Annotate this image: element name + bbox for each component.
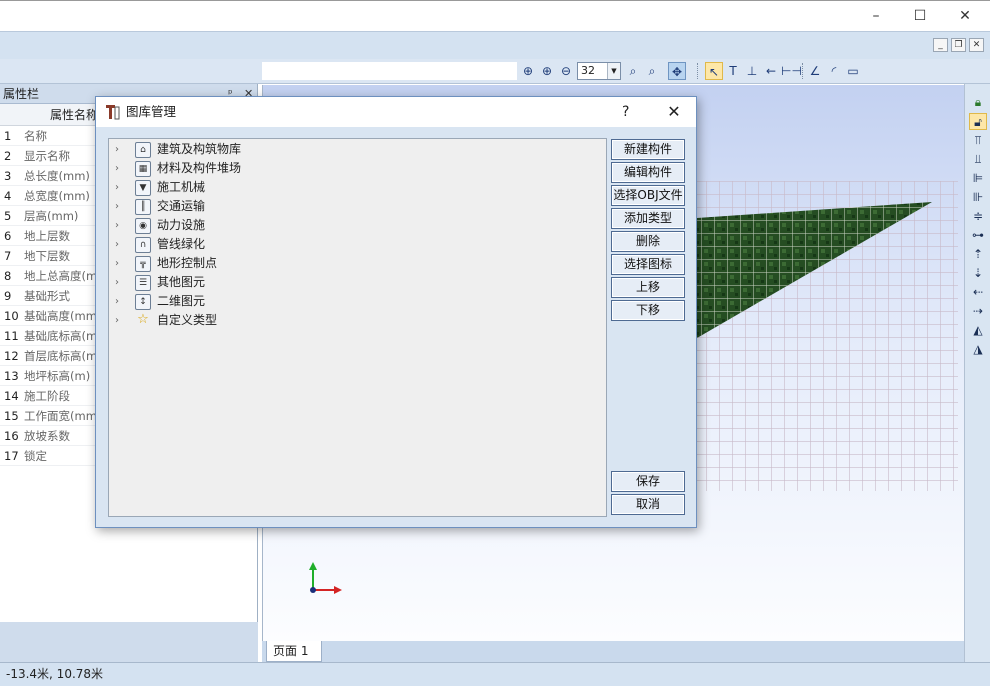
dialog-titlebar: 图库管理 ? ✕ (96, 97, 696, 127)
edit-component-button[interactable]: 编辑构件 (611, 162, 685, 183)
distribute-down-icon[interactable]: ⇣ (969, 265, 987, 282)
material-yard-icon: ▦ (135, 160, 151, 177)
star-icon: ☆ (137, 311, 149, 327)
tree-item[interactable]: › ▦ 材料及构件堆场 (109, 159, 241, 178)
tree-item-label: 地形控制点 (157, 256, 218, 270)
axis-gizmo-icon (309, 562, 342, 594)
status-bar: -13.4米, 10.78米 (0, 662, 990, 686)
tree-item-label: 管线绿化 (157, 237, 206, 251)
select-icon-button[interactable]: 选择图标 (611, 254, 685, 275)
chevron-right-icon[interactable]: › (115, 140, 127, 159)
other-icon: ☰ (135, 274, 151, 291)
power-icon: ◉ (135, 217, 151, 234)
select-obj-file-button[interactable]: 选择OBJ文件 (611, 185, 685, 206)
chevron-right-icon[interactable]: › (115, 311, 127, 330)
building-icon: ⌂ (135, 141, 151, 158)
tree-item-label: 建筑及构筑物库 (157, 142, 242, 156)
tree-item[interactable]: › ☰ 其他图元 (109, 273, 205, 292)
chevron-right-icon[interactable]: › (115, 235, 127, 254)
chevron-right-icon[interactable]: › (115, 159, 127, 178)
flip-vertical-icon[interactable]: ◮ (969, 341, 987, 358)
chevron-right-icon[interactable]: › (115, 292, 127, 311)
chevron-right-icon[interactable]: › (115, 216, 127, 235)
chevron-right-icon[interactable]: › (115, 197, 127, 216)
cancel-button[interactable]: 取消 (611, 494, 685, 515)
distribute-right-icon[interactable]: ⇢ (969, 303, 987, 320)
tab-page-1[interactable]: 页面 1 (266, 641, 322, 662)
flip-horizontal-icon[interactable]: ◭ (969, 322, 987, 339)
tree-item[interactable]: › ∩ 管线绿化 (109, 235, 205, 254)
align-left-icon[interactable]: ⊫ (969, 170, 987, 187)
page-tabstrip: 页面 1 (262, 641, 966, 662)
tree-item-label: 交通运输 (157, 199, 206, 213)
delete-button[interactable]: 删除 (611, 231, 685, 252)
terrain-icon: ╦ (135, 255, 151, 272)
align-center-h-icon[interactable]: ⊶ (969, 227, 987, 244)
chevron-right-icon[interactable]: › (115, 178, 127, 197)
2d-element-icon: ↕ (135, 293, 151, 310)
tree-item[interactable]: › ⌂ 建筑及构筑物库 (109, 140, 241, 159)
tree-item[interactable]: › ║ 交通运输 (109, 197, 205, 216)
distribute-left-icon[interactable]: ⇠ (969, 284, 987, 301)
transport-icon: ║ (135, 198, 151, 215)
tree-item-label: 动力设施 (157, 218, 206, 232)
unlock-icon[interactable]: 🔓︎ (969, 113, 987, 130)
align-right-icon[interactable]: ⊪ (969, 189, 987, 206)
chevron-right-icon[interactable]: › (115, 254, 127, 273)
tree-item[interactable]: › ◉ 动力设施 (109, 216, 205, 235)
lock-icon[interactable]: 🔒︎ (969, 94, 987, 111)
tree-item-label: 施工机械 (157, 180, 206, 194)
machine-icon: ▼ (135, 179, 151, 196)
tree-item[interactable]: › ▼ 施工机械 (109, 178, 205, 197)
move-down-button[interactable]: 下移 (611, 300, 685, 321)
dialog-title: 图库管理 (126, 104, 177, 119)
pipeline-icon: ∩ (135, 236, 151, 253)
library-app-icon (106, 105, 120, 120)
align-bottom-icon[interactable]: ⫫ (969, 151, 987, 168)
cursor-coordinates: -13.4米, 10.78米 (6, 667, 104, 681)
library-tree[interactable]: › ⌂ 建筑及构筑物库 › ▦ 材料及构件堆场 › ▼ 施工机械 › ║ 交通运输 › ◉ 动力设施 › ∩ 管线… (108, 138, 607, 517)
tree-item-label: 其他图元 (157, 275, 206, 289)
right-toolbar: 🔒︎ 🔓︎ ⫪ ⫫ ⊫ ⊪ ≑ ⊶ ⇡ ⇣ ⇠ ⇢ ◭ ◮ (964, 84, 990, 662)
add-type-button[interactable]: 添加类型 (611, 208, 685, 229)
library-manager-dialog: 图库管理 ? ✕ › ⌂ 建筑及构筑物库 › ▦ 材料及构件堆场 › ▼ 施工机械 › ║ 交通运输 ›… (95, 96, 697, 528)
distribute-up-icon[interactable]: ⇡ (969, 246, 987, 263)
tree-item[interactable]: › ╦ 地形控制点 (109, 254, 217, 273)
save-button[interactable]: 保存 (611, 471, 685, 492)
tree-item-label: 材料及构件堆场 (157, 161, 242, 175)
tree-item-label: 二维图元 (157, 294, 206, 308)
align-top-icon[interactable]: ⫪ (969, 132, 987, 149)
chevron-right-icon[interactable]: › (115, 273, 127, 292)
dialog-close-button[interactable]: ✕ (664, 97, 684, 127)
help-button[interactable]: ? (622, 97, 638, 127)
new-component-button[interactable]: 新建构件 (611, 139, 685, 160)
tree-item[interactable]: › ↕ 二维图元 (109, 292, 205, 311)
tree-item[interactable]: › ☆ 自定义类型 (109, 311, 217, 330)
move-up-button[interactable]: 上移 (611, 277, 685, 298)
align-center-v-icon[interactable]: ≑ (969, 208, 987, 225)
tree-item-label: 自定义类型 (157, 313, 218, 327)
